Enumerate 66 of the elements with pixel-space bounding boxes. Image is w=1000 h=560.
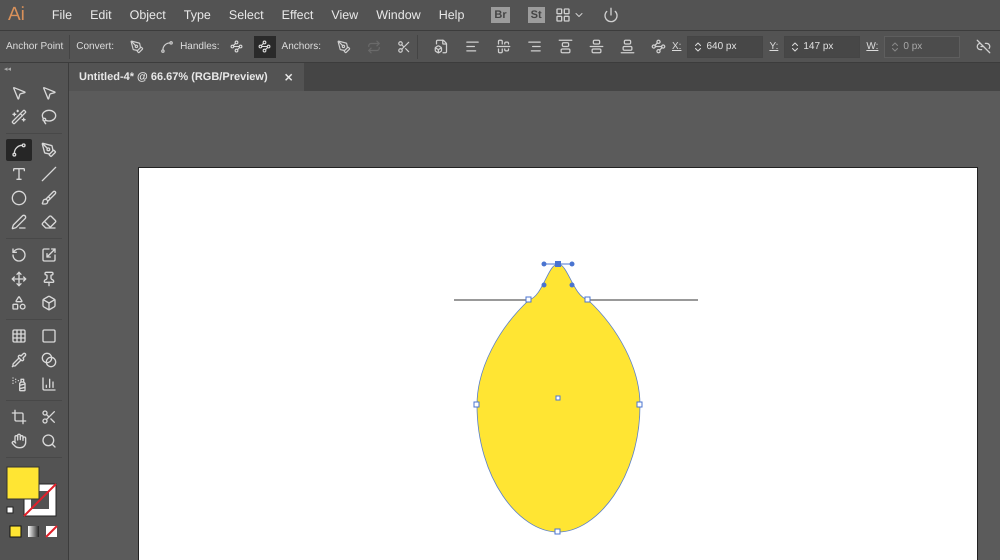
cube-icon [41, 295, 57, 311]
blend-icon [41, 352, 57, 368]
align-left-icon[interactable] [465, 39, 480, 54]
rotate-icon [11, 247, 27, 263]
menu-item[interactable]: Select [220, 8, 273, 22]
scissors-icon [41, 409, 57, 425]
menu-item[interactable]: View [322, 8, 368, 22]
menu-item[interactable]: Object [120, 8, 175, 22]
field-label: W: [866, 41, 878, 52]
anchors-label: Anchors: [282, 41, 321, 52]
handle-icon [258, 40, 272, 53]
number-field[interactable]: 147 px [784, 36, 860, 58]
line-icon [41, 166, 57, 182]
power-icon[interactable] [602, 7, 619, 23]
align-middle-icon[interactable] [589, 39, 604, 54]
lasso-icon [41, 109, 57, 125]
wand-icon [11, 109, 27, 125]
document-tab[interactable]: Untitled-4* @ 66.67% (RGB/Preview) × [69, 63, 304, 91]
number-field[interactable]: 640 px [687, 36, 764, 58]
handle-toggle[interactable] [254, 36, 276, 58]
menu-item[interactable]: Window [367, 8, 430, 22]
search-icon [41, 433, 57, 449]
menu-item[interactable]: Edit [81, 8, 121, 22]
field-label: X: [672, 41, 682, 52]
pen-icon [41, 142, 57, 158]
app-badge[interactable]: Br [491, 7, 510, 23]
align-center-icon[interactable] [496, 39, 511, 54]
eyedropper-icon [11, 352, 27, 368]
spray-can-icon [11, 376, 27, 392]
app-logo: Ai [8, 4, 25, 26]
pin-icon [41, 271, 57, 287]
menu-item[interactable]: Help [430, 8, 474, 22]
document-icon[interactable] [434, 39, 449, 54]
type-icon [11, 166, 27, 182]
unlink-icon[interactable] [976, 39, 992, 54]
ellipse-icon [11, 190, 27, 206]
align-right-icon[interactable] [527, 39, 542, 54]
square-icon [41, 328, 57, 344]
handle-icon [230, 40, 244, 53]
convert-label: Convert: [76, 41, 114, 52]
shapes-icon [11, 295, 27, 311]
menu-item[interactable]: File [42, 8, 82, 22]
hand-icon [11, 433, 27, 449]
move-icon [11, 271, 27, 287]
menu-item[interactable]: Effect [272, 8, 322, 22]
curve-icon [11, 142, 27, 158]
align-bottom-icon[interactable] [620, 39, 635, 54]
scale-icon [41, 247, 57, 263]
field-label: Y: [769, 41, 778, 52]
handles-label: Handles: [180, 41, 220, 52]
panel-title: Anchor Point [6, 41, 64, 52]
tool-button[interactable] [6, 139, 32, 161]
arrow-icon [41, 85, 57, 101]
eraser-icon [41, 214, 57, 230]
pencil-icon [11, 214, 27, 230]
app-badge[interactable]: St [528, 7, 545, 23]
crop-icon [11, 409, 27, 425]
menu-item[interactable]: Type [174, 8, 220, 22]
brush-icon [41, 190, 57, 206]
bar-chart-icon [41, 376, 57, 392]
layout-icon[interactable] [554, 7, 571, 23]
grid-icon [11, 328, 27, 344]
align-top-icon[interactable] [558, 39, 573, 54]
pen-icon[interactable] [337, 40, 351, 54]
close-icon[interactable]: × [284, 70, 294, 84]
arrow-icon [11, 85, 27, 101]
